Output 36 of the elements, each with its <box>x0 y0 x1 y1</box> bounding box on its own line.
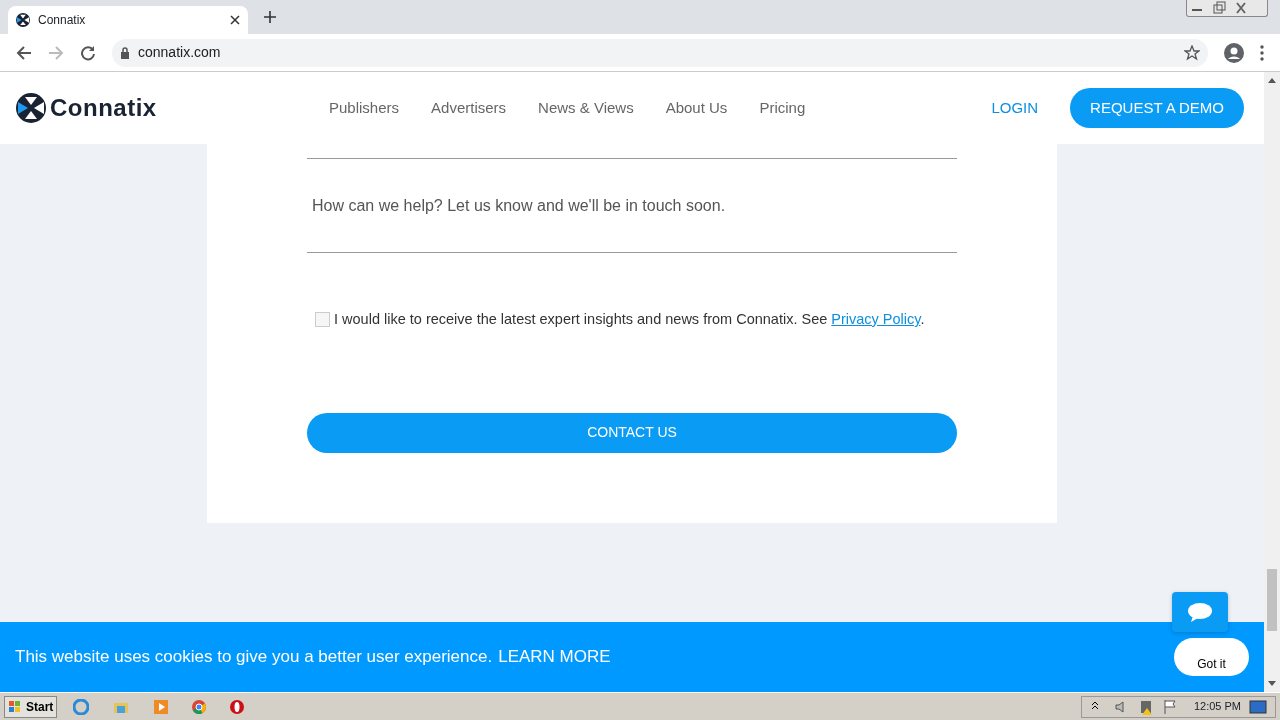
consent-checkbox[interactable] <box>315 312 330 328</box>
cookie-text: This website uses cookies to give you a better user experience. <box>15 646 493 669</box>
lock-icon <box>120 46 130 59</box>
scroll-up-icon[interactable] <box>1268 77 1276 83</box>
menu-icon[interactable] <box>1260 44 1264 61</box>
close-icon[interactable] <box>230 15 240 25</box>
profile-icon[interactable] <box>1224 42 1244 63</box>
star-icon[interactable] <box>1184 44 1200 61</box>
nav-link[interactable]: Publishers <box>329 96 400 120</box>
chrome-icon[interactable] <box>191 698 208 715</box>
windows-logo-icon <box>8 699 22 714</box>
site-logo-icon <box>16 13 30 27</box>
nav-link[interactable]: Pricing <box>759 96 806 120</box>
opera-icon[interactable] <box>229 698 246 715</box>
scroll-down-icon[interactable] <box>1268 681 1276 687</box>
brand-logo-icon <box>16 93 46 123</box>
brand-name[interactable]: Connatix <box>50 90 157 126</box>
tab-title: Connatix <box>38 12 87 29</box>
back-icon[interactable] <box>16 44 32 61</box>
nav-link[interactable]: Advertisers <box>431 96 507 120</box>
reload-icon[interactable] <box>80 44 96 61</box>
consent-text: I would like to receive the latest expert insights and news from Connatix. See Privacy Policy. <box>334 310 925 329</box>
chat-button[interactable] <box>1172 592 1228 632</box>
new-tab-icon[interactable] <box>264 11 276 23</box>
desktop-icon[interactable] <box>1249 699 1267 714</box>
start-button[interactable]: Start <box>4 695 58 718</box>
browser-tab[interactable]: Connatix <box>8 6 248 34</box>
login-link[interactable]: LOGIN <box>991 96 1039 120</box>
clock: 12:05 PM <box>1193 699 1241 715</box>
got-it-button[interactable]: Got it <box>1174 638 1249 676</box>
nav-link[interactable]: About Us <box>665 96 728 120</box>
chat-bubble-icon <box>1187 602 1213 622</box>
flag-icon[interactable] <box>1161 698 1178 715</box>
privacy-policy-link[interactable]: Privacy Policy <box>831 311 921 327</box>
scrollbar-thumb[interactable] <box>1267 569 1277 631</box>
nav-link[interactable]: News & Views <box>538 96 634 120</box>
